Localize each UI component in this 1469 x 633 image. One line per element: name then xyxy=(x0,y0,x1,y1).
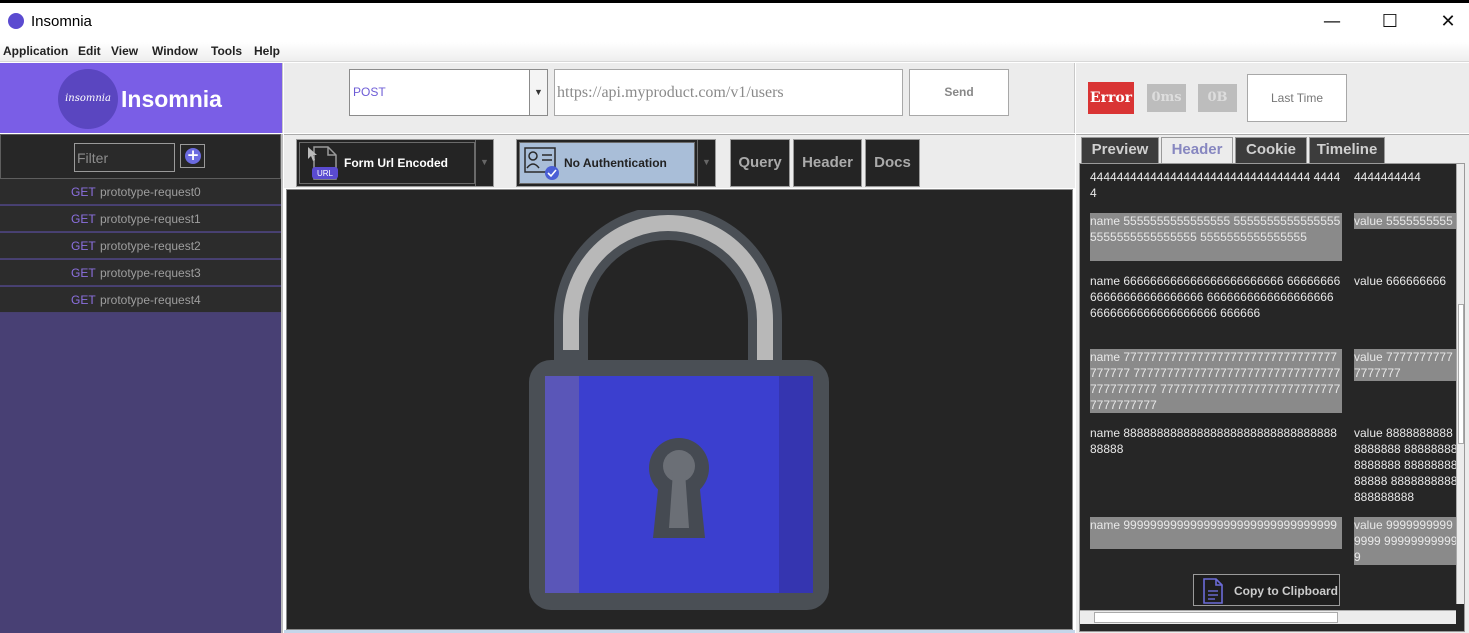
maximize-button[interactable]: ☐ xyxy=(1361,3,1419,41)
request-toolbar: URL Form Url Encoded ▼ No Authentication… xyxy=(284,134,1075,188)
title-bar: Insomnia — ☐ ✕ xyxy=(0,0,1469,42)
request-name-label: prototype-request2 xyxy=(100,239,201,253)
request-method-label: GET xyxy=(71,293,96,307)
sidebar-item-request1[interactable]: GET prototype-request1 xyxy=(0,206,281,232)
request-name-label: prototype-request1 xyxy=(100,212,201,226)
tab-preview[interactable]: Preview xyxy=(1081,137,1159,163)
vertical-scrollbar[interactable] xyxy=(1456,164,1464,604)
sidebar-item-request4[interactable]: GET prototype-request4 xyxy=(0,287,281,313)
response-area: Preview Header Cookie Timeline 444444444… xyxy=(1076,134,1469,633)
header-name-cell: name 77777777777777777777777777777777777… xyxy=(1090,349,1342,413)
chevron-down-icon[interactable]: ▼ xyxy=(697,140,715,186)
menu-window[interactable]: Window xyxy=(152,44,198,58)
header-name-cell: 444444444444444444444444444444444 44444 xyxy=(1090,170,1341,200)
tab-response-header[interactable]: Header xyxy=(1161,137,1233,163)
menu-tools[interactable]: Tools xyxy=(211,44,242,58)
scrollbar-thumb[interactable] xyxy=(1458,304,1464,444)
horizontal-scrollbar[interactable] xyxy=(1080,610,1456,624)
brand-name: Insomnia xyxy=(121,86,222,112)
request-method-label: GET xyxy=(71,185,96,199)
menu-application[interactable]: Application xyxy=(3,44,68,58)
add-request-button[interactable]: + xyxy=(180,144,205,168)
menu-help[interactable]: Help xyxy=(254,44,280,58)
header-value-cell: value 88888888888888888 888888888888888 … xyxy=(1354,426,1458,504)
request-method-label: GET xyxy=(71,239,96,253)
copy-to-clipboard-button[interactable]: Copy to Clipboard xyxy=(1193,574,1340,606)
body-type-label: Form Url Encoded xyxy=(344,156,449,170)
response-status-bar: Error 0ms 0B Last Time xyxy=(1076,63,1469,133)
sidebar: + GET prototype-request0 GET prototype-r… xyxy=(0,134,283,633)
method-select[interactable]: POST ▼ xyxy=(349,69,548,116)
request-bar: POST ▼ Send xyxy=(284,63,1075,133)
header-value-cell: value 5555555555 xyxy=(1354,213,1458,229)
tab-docs[interactable]: Docs xyxy=(865,139,920,187)
send-button[interactable]: Send xyxy=(909,69,1009,116)
url-file-icon: URL xyxy=(308,146,338,180)
header-value-cell: 4444444444 xyxy=(1354,170,1421,184)
filter-input[interactable] xyxy=(74,143,175,172)
method-value: POST xyxy=(353,85,386,99)
minimize-button[interactable]: — xyxy=(1303,3,1361,41)
tab-query[interactable]: Query xyxy=(730,139,790,187)
unlocked-padlock-icon xyxy=(529,210,829,610)
clipboard-icon xyxy=(1203,578,1223,604)
sidebar-item-request3[interactable]: GET prototype-request3 xyxy=(0,260,281,286)
chevron-down-icon[interactable]: ▼ xyxy=(475,140,493,186)
body-type-select[interactable]: URL Form Url Encoded ▼ xyxy=(296,139,494,187)
request-method-label: GET xyxy=(71,266,96,280)
insomnia-logo: insomnia xyxy=(58,69,118,129)
request-name-label: prototype-request3 xyxy=(100,266,201,280)
plus-icon: + xyxy=(185,146,201,164)
header-value-cell: value 77777777777777777 xyxy=(1354,349,1458,381)
sidebar-item-request0[interactable]: GET prototype-request0 xyxy=(0,179,281,205)
url-icon-text: URL xyxy=(317,169,334,178)
filter-row: + xyxy=(0,134,281,179)
header-name-cell: name 99999999999999999999999999999999 xyxy=(1090,517,1342,549)
menu-edit[interactable]: Edit xyxy=(78,44,101,58)
sidebar-item-request2[interactable]: GET prototype-request2 xyxy=(0,233,281,259)
url-input[interactable] xyxy=(554,69,903,116)
menu-view[interactable]: View xyxy=(111,44,138,58)
headers-panel: 444444444444444444444444444444444 44444 … xyxy=(1079,163,1465,632)
window-title: Insomnia xyxy=(31,13,92,30)
size-badge: 0B xyxy=(1198,84,1237,112)
time-badge: 0ms xyxy=(1147,84,1186,112)
tab-header[interactable]: Header xyxy=(793,139,862,187)
request-name-label: prototype-request0 xyxy=(100,185,201,199)
close-button[interactable]: ✕ xyxy=(1419,3,1469,41)
brand-header: insomnia Insomnia xyxy=(0,63,283,133)
request-method-label: GET xyxy=(71,212,96,226)
tab-timeline[interactable]: Timeline xyxy=(1309,137,1385,163)
last-time-button[interactable]: Last Time xyxy=(1247,74,1347,122)
header-value-cell: value 99999999999999 999999999999 xyxy=(1354,517,1458,565)
user-verified-icon xyxy=(524,147,559,180)
copy-label: Copy to Clipboard xyxy=(1234,584,1338,598)
auth-type-select[interactable]: No Authentication ▼ xyxy=(516,139,716,187)
tab-cookie[interactable]: Cookie xyxy=(1235,137,1307,163)
chevron-down-icon[interactable]: ▼ xyxy=(529,70,547,115)
request-name-label: prototype-request4 xyxy=(100,293,201,307)
body-type-field: URL Form Url Encoded xyxy=(299,142,475,184)
auth-type-field: No Authentication xyxy=(519,142,695,184)
status-badge: Error xyxy=(1088,82,1134,114)
menu-bar: Application Edit View Window Tools Help xyxy=(0,42,1469,62)
scrollbar-thumb[interactable] xyxy=(1094,612,1338,623)
header-name-cell: name 666666666666666666666666 6666666666… xyxy=(1090,274,1341,320)
header-name-cell: name 88888888888888888888888888888888888… xyxy=(1090,426,1337,456)
header-name-cell: name 5555555555555555 5555555555555555 5… xyxy=(1090,213,1342,261)
header-value-cell: value 666666666 xyxy=(1354,274,1447,288)
auth-type-label: No Authentication xyxy=(564,156,667,170)
auth-panel xyxy=(286,189,1073,630)
app-icon xyxy=(8,13,24,29)
